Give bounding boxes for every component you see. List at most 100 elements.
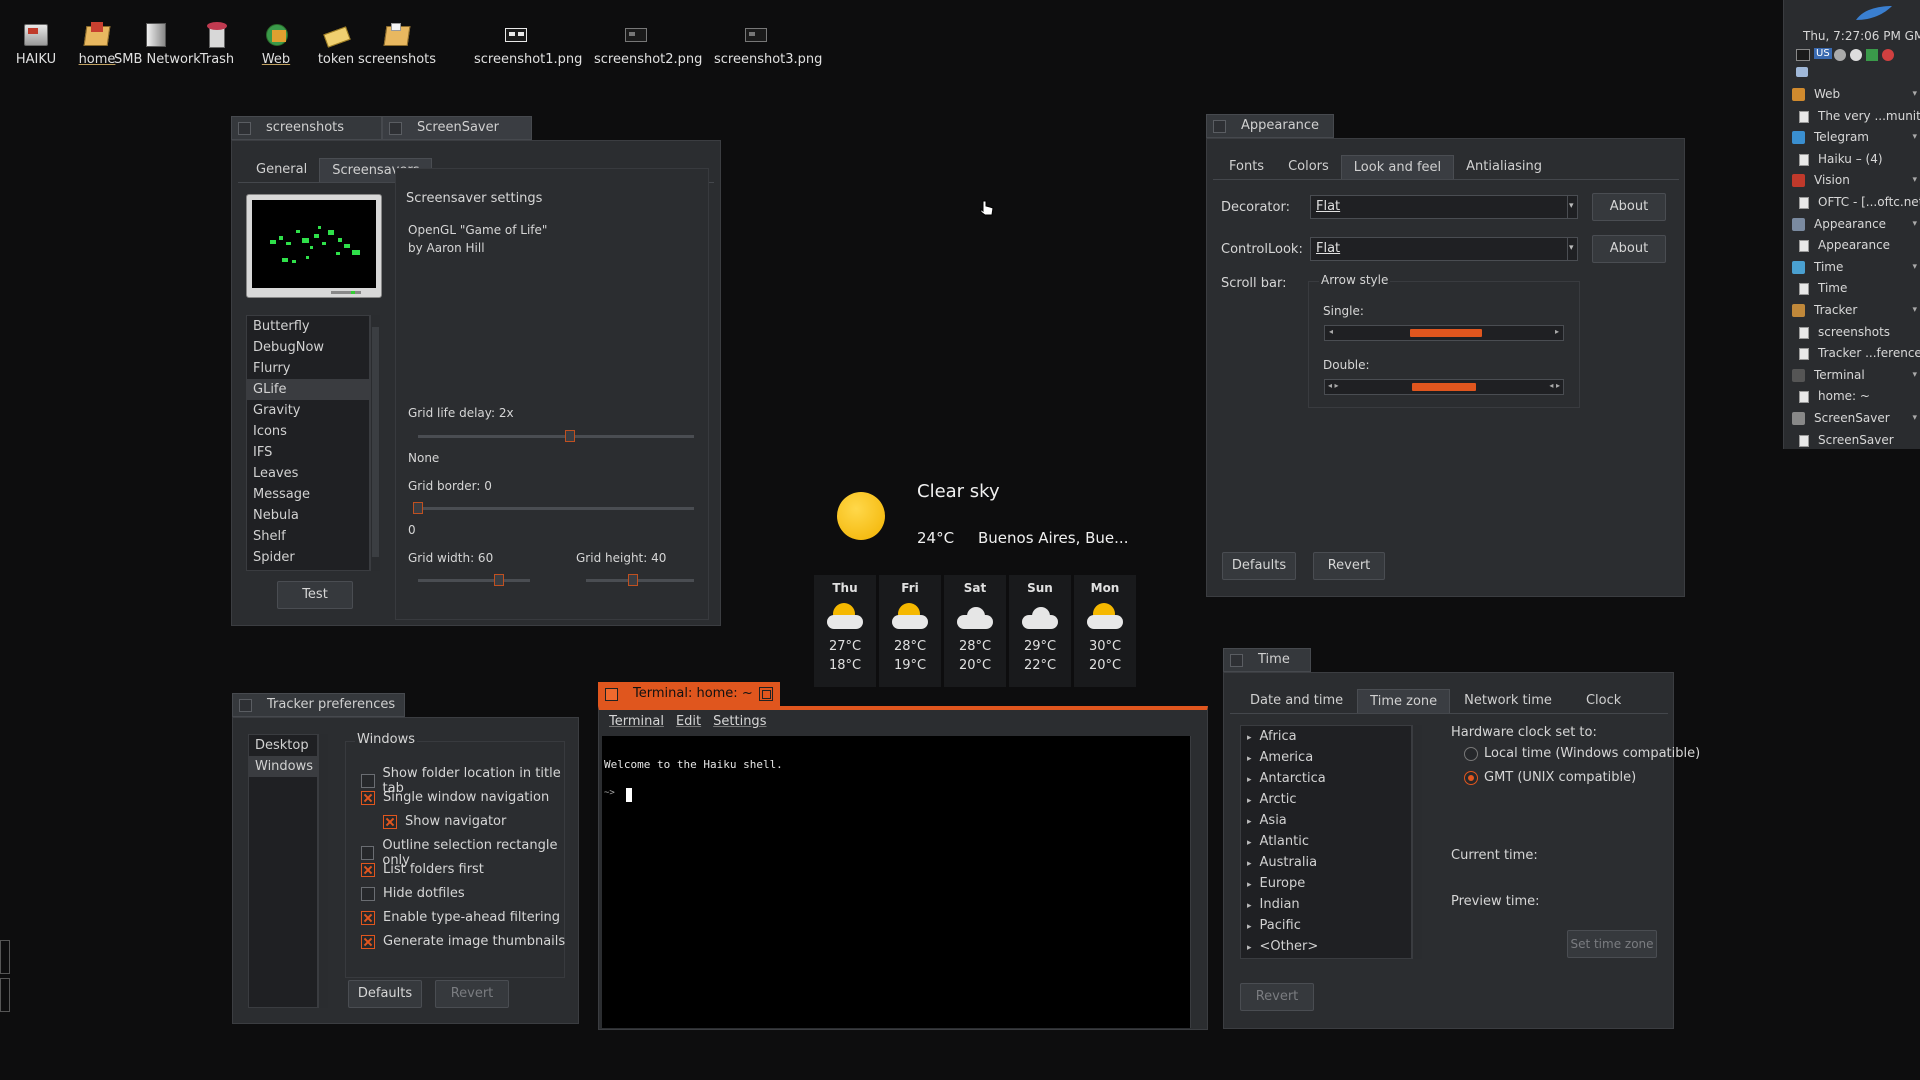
list-item[interactable]: GLife [247,379,369,400]
haiku-leaf-icon[interactable] [1854,4,1894,22]
timezone-item[interactable]: ▸ Africa [1241,726,1411,747]
defaults-button[interactable]: Defaults [1222,552,1296,580]
deskbar-app-entry[interactable]: Time ▾ [1784,257,1920,278]
checkbox[interactable] [361,774,375,788]
tab-network-time[interactable]: Network time [1450,689,1574,713]
slider-thumb[interactable] [494,574,504,586]
replicant-handle[interactable] [0,978,10,1012]
window-tab-terminal[interactable]: Terminal: home: ~ [598,682,780,707]
window-tab-appearance[interactable]: Appearance [1206,114,1334,138]
deskbar-window-entry[interactable]: Time [1784,278,1920,299]
revert-button[interactable]: Revert [435,980,509,1008]
deskbar-clock[interactable]: Thu, 7:27:06 PM GMT [1803,29,1920,43]
keymap-indicator[interactable]: US [1814,48,1832,59]
terminal-screen[interactable]: Welcome to the Haiku shell. ~> [602,736,1190,1028]
network-icon[interactable] [1866,49,1878,61]
list-item[interactable]: Leaves [247,463,369,484]
revert-button[interactable]: Revert [1240,983,1314,1011]
list-item[interactable]: Desktop [249,735,317,756]
deskbar-app-entry[interactable]: Telegram ▾ [1784,127,1920,148]
terminal-scrollbar[interactable] [1190,736,1200,1028]
pin-icon[interactable] [1796,67,1808,77]
tab-antialiasing[interactable]: Antialiasing [1454,155,1554,179]
timezone-item[interactable]: ▸ Antarctica [1241,768,1411,789]
deskbar-app-entry[interactable]: Tracker ▾ [1784,300,1920,321]
window-tab-tracker-preferences[interactable]: Tracker preferences [232,693,405,717]
timezone-list[interactable]: ▸ Africa ▸ America ▸ Antarctica ▸ Arctic ▸ As… [1240,725,1412,959]
close-button[interactable] [389,122,402,135]
deskbar-window-entry[interactable]: The very ...munity [1784,106,1920,127]
timezone-item[interactable]: ▸ Asia [1241,810,1411,831]
deskbar-app-entry[interactable]: ScreenSaver ▾ [1784,408,1920,429]
close-button[interactable] [239,699,252,712]
slider-thumb[interactable] [564,430,575,442]
list-item[interactable]: Nebula [247,505,369,526]
desktop-icon-screenshot1[interactable]: screenshot1.png [474,20,582,67]
timezone-item[interactable]: ▸ Europe [1241,873,1411,894]
checkbox[interactable] [383,814,397,829]
deskbar-window-entry[interactable]: Tracker ...ferences [1784,343,1920,364]
window-tab-time[interactable]: Time [1223,648,1311,672]
chevron-down-icon[interactable]: ▾ [1912,127,1917,148]
list-item[interactable]: Shelf [247,526,369,547]
timezone-item[interactable]: ▸ Atlantic [1241,831,1411,852]
list-item[interactable]: Windows [249,756,317,777]
tab-look-and-feel[interactable]: Look and feel [1340,155,1455,179]
list-item[interactable]: Butterfly [247,316,369,337]
checkbox[interactable] [361,846,375,860]
radio-gmt[interactable]: GMT (UNIX compatible) [1464,770,1636,785]
desktop-icon-screenshot3[interactable]: screenshot3.png [714,20,822,67]
radio-local-time[interactable]: Local time (Windows compatible) [1464,746,1700,761]
set-time-zone-button[interactable]: Set time zone [1567,930,1657,958]
grid-border-slider[interactable] [418,507,694,510]
close-button[interactable] [1213,120,1226,133]
replicant-handle[interactable] [0,940,10,974]
chevron-down-icon[interactable]: ▾ [1912,257,1917,278]
close-button[interactable] [1230,654,1243,667]
list-item[interactable]: Spider [247,547,369,568]
checkbox[interactable] [361,790,375,805]
timezone-item[interactable]: ▸ Australia [1241,852,1411,873]
deskbar-app-entry[interactable]: Appearance ▾ [1784,214,1920,235]
window-tab-screensaver[interactable]: ScreenSaver [382,116,532,140]
decorator-about-button[interactable]: About [1592,193,1666,221]
tab-colors[interactable]: Colors [1276,155,1341,179]
notification-icon[interactable] [1882,49,1894,61]
tab-fonts[interactable]: Fonts [1217,155,1276,179]
chevron-down-icon[interactable]: ▾ [1912,408,1917,429]
timezone-item[interactable]: ▸ Arctic [1241,789,1411,810]
deskbar-window-entry[interactable]: ScreenSaver [1784,430,1920,451]
chevron-down-icon[interactable]: ▾ [1912,365,1917,386]
list-scrollbar[interactable] [370,315,380,571]
deskbar-app-entry[interactable]: Terminal ▾ [1784,365,1920,386]
list-item[interactable]: IFS [247,442,369,463]
workspace-icon[interactable] [1796,49,1810,61]
deskbar-window-entry[interactable]: home: ~ [1784,386,1920,407]
option-hide-dotfiles[interactable]: Hide dotfiles [361,886,465,901]
tab-time-zone[interactable]: Time zone [1357,689,1451,713]
checkbox[interactable] [361,862,375,877]
window-tab-screenshots[interactable]: screenshots [231,116,382,140]
menu-edit[interactable]: Edit [674,710,709,732]
radio-button[interactable] [1464,746,1478,761]
zoom-button[interactable] [759,687,773,701]
slider-thumb[interactable] [413,502,423,514]
chevron-down-icon[interactable]: ▾ [1912,170,1917,191]
list-item[interactable]: Gravity [247,400,369,421]
timezone-scrollbar[interactable] [1412,725,1422,959]
list-item[interactable]: Flurry [247,358,369,379]
option-single-window-navigation[interactable]: Single window navigation [361,790,549,805]
checkbox[interactable] [361,910,375,925]
decorator-select[interactable]: Flat [1310,195,1578,219]
desktop-icon-screenshots[interactable]: screenshots [355,20,439,67]
double-arrow-scrollbar[interactable]: ◂ ▸ ◂ ▸ [1324,379,1564,395]
option-list-folders-first[interactable]: List folders first [361,862,484,877]
list-item[interactable]: DebugNow [247,337,369,358]
volume-icon[interactable] [1834,49,1846,61]
prefs-category-list[interactable]: Desktop Windows [248,734,318,1008]
controllook-select[interactable]: Flat [1310,237,1578,261]
defaults-button[interactable]: Defaults [348,980,422,1008]
option-type-ahead-filtering[interactable]: Enable type-ahead filtering [361,910,560,925]
controllook-about-button[interactable]: About [1592,235,1666,263]
close-button[interactable] [238,122,251,135]
